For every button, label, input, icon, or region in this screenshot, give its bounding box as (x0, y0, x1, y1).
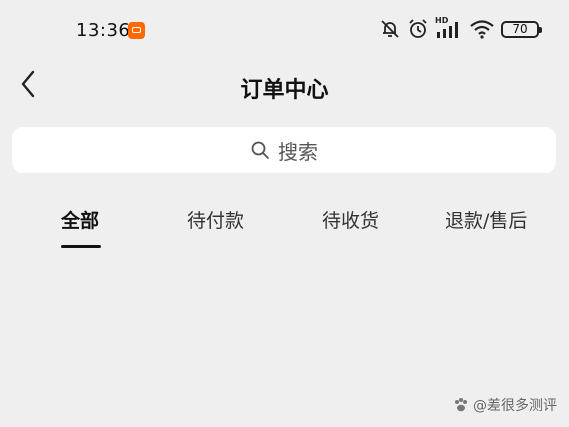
tab-pending-receipt[interactable]: 待收货 (322, 206, 379, 233)
search-icon (251, 141, 269, 159)
search-input[interactable]: 搜索 (12, 127, 556, 173)
order-tabs: 全部 待付款 待收货 退款/售后 (0, 190, 569, 250)
wifi-icon (470, 20, 494, 39)
nav-bar: 订单中心 (0, 60, 569, 110)
tab-all[interactable]: 全部 (61, 206, 99, 233)
status-time: 13:36 (76, 20, 131, 41)
search-placeholder: 搜索 (278, 139, 318, 164)
tab-refund-aftersales[interactable]: 退款/售后 (445, 206, 527, 233)
tab-pending-payment[interactable]: 待付款 (187, 206, 244, 233)
page-title: 订单中心 (240, 78, 329, 103)
app-notification-icon (128, 22, 145, 39)
watermark-text: @差很多测评 (473, 398, 557, 414)
status-bar: 13:36 HD 70 (0, 0, 569, 64)
active-tab-indicator (61, 245, 101, 248)
mute-bell-icon (381, 20, 399, 38)
paw-icon (455, 398, 467, 412)
status-icons: HD 70 (379, 16, 542, 41)
alarm-icon (409, 19, 427, 38)
signal-icon: HD (435, 16, 463, 40)
battery-icon: 70 (501, 20, 542, 38)
watermark: @差很多测评 (453, 395, 557, 415)
